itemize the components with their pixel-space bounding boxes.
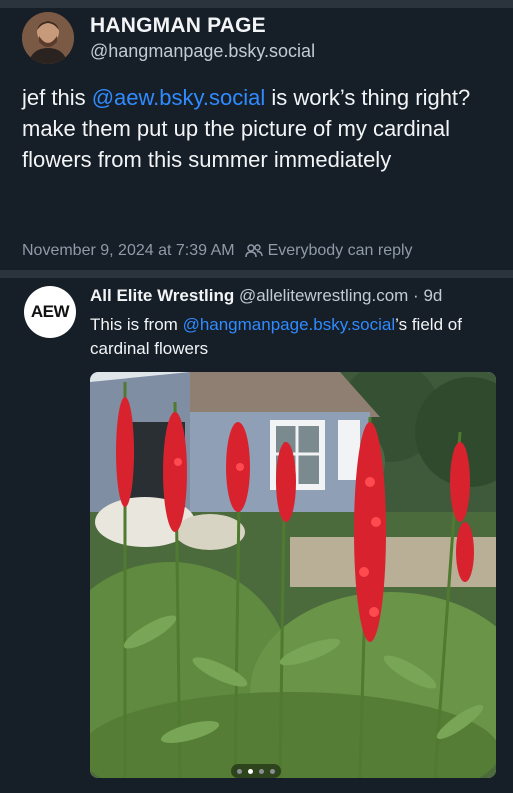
- reply-text: This is from @hangmanpage.bsky.social’s …: [90, 313, 490, 361]
- carousel-dot[interactable]: [270, 768, 275, 774]
- author-name[interactable]: HANGMAN PAGE: [90, 14, 266, 38]
- post-timestamp[interactable]: November 9, 2024 at 7:39 AM: [22, 242, 235, 260]
- header-separator: ·: [408, 286, 424, 305]
- carousel-dot[interactable]: [237, 768, 242, 774]
- cardinal-flowers-photo: [90, 372, 496, 778]
- post-text-start: jef this: [22, 85, 92, 110]
- original-post[interactable]: HANGMAN PAGE @hangmanpage.bsky.social je…: [0, 8, 513, 270]
- author-avatar[interactable]: [22, 12, 74, 64]
- carousel-indicator[interactable]: [231, 764, 281, 778]
- reply-age[interactable]: 9d: [423, 286, 442, 305]
- aew-logo: AEW: [30, 302, 70, 321]
- aew-avatar[interactable]: AEW: [24, 286, 76, 338]
- post-divider: [0, 270, 513, 278]
- reply-author-name[interactable]: All Elite Wrestling: [90, 286, 234, 305]
- reply-header: All Elite Wrestling @allelitewrestling.c…: [90, 286, 442, 306]
- mention-link[interactable]: @aew.bsky.social: [92, 85, 266, 110]
- post-image[interactable]: [90, 372, 496, 778]
- carousel-dot[interactable]: [248, 768, 253, 774]
- reply-setting-label: Everybody can reply: [267, 242, 413, 259]
- reply-setting: Everybody can reply: [244, 242, 413, 260]
- reply-author-handle[interactable]: @allelitewrestling.com: [239, 286, 408, 305]
- top-divider: [0, 0, 513, 8]
- post-meta: November 9, 2024 at 7:39 AM Everybody ca…: [22, 242, 413, 260]
- avatar-photo: [22, 12, 74, 64]
- carousel-dot[interactable]: [259, 768, 264, 774]
- post-text: jef this @aew.bsky.social is work’s thin…: [22, 82, 492, 175]
- people-icon: [244, 244, 263, 258]
- reply-text-start: This is from: [90, 315, 183, 334]
- reply-post[interactable]: AEW All Elite Wrestling @allelitewrestli…: [0, 278, 513, 793]
- author-handle[interactable]: @hangmanpage.bsky.social: [90, 41, 315, 62]
- reply-mention-link[interactable]: @hangmanpage.bsky.social: [183, 315, 396, 334]
